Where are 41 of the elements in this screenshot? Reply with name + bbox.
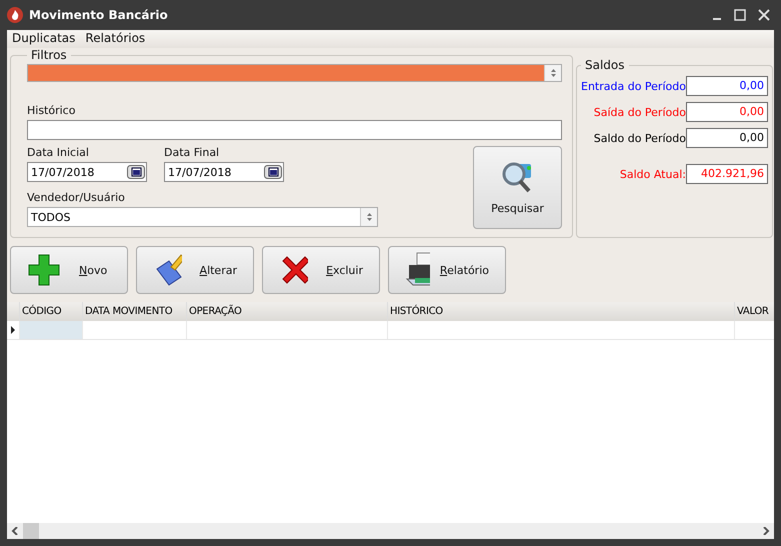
group-title: Filtros — [30, 48, 68, 62]
calendar-icon[interactable] — [264, 165, 282, 179]
balance-label: Saída do Período — [594, 106, 686, 118]
calendar-icon[interactable] — [127, 165, 145, 179]
balance-field: 0,00 — [686, 76, 768, 96]
close-icon[interactable] — [758, 9, 770, 21]
spin-arrows-icon — [550, 68, 556, 78]
balance-label: Entrada do Período — [581, 80, 686, 92]
group-title: Saldos — [584, 58, 626, 72]
field-label: Vendedor/Usuário — [27, 191, 126, 204]
search-button[interactable]: Pesquisar — [473, 146, 562, 229]
window-title: Movimento Bancário — [29, 8, 169, 22]
action-button[interactable]: Novo — [10, 246, 128, 294]
balance-field: 0,00 — [686, 128, 768, 148]
maximize-icon[interactable] — [734, 9, 746, 21]
field-label: Histórico — [27, 104, 76, 117]
menu-item[interactable]: Relatórios — [85, 31, 146, 47]
date-value: 17/07/2018 — [31, 166, 94, 178]
scroll-left-icon[interactable] — [11, 527, 19, 535]
balance-label: Saldo Atual: — [620, 168, 686, 180]
scroll-thumb[interactable] — [23, 523, 39, 539]
history-field[interactable] — [27, 120, 562, 140]
balance-label: Saldo do Período — [594, 132, 686, 144]
action-button[interactable]: Excluir — [262, 246, 380, 294]
row-pointer-icon — [11, 326, 15, 334]
action-button[interactable]: Relatório — [388, 246, 506, 294]
field-label: Data Inicial — [27, 146, 90, 159]
balance-field: 0,00 — [686, 102, 768, 122]
plus-icon — [27, 253, 61, 287]
menu-item[interactable]: Duplicatas — [12, 31, 76, 47]
date-field[interactable]: 17/07/2018 — [164, 162, 284, 182]
date-value: 17/07/2018 — [168, 166, 232, 178]
field-label: Data Final — [164, 146, 220, 159]
balance-field: 402.921,96 — [686, 164, 768, 184]
scroll-right-icon[interactable] — [762, 527, 770, 535]
date-field[interactable]: 17/07/2018 — [27, 162, 147, 182]
spin-arrows-icon — [366, 212, 372, 222]
action-button[interactable]: Alterar — [136, 246, 254, 294]
horizontal-scrollbar[interactable] — [7, 523, 774, 539]
user-combo[interactable]: TODOS — [27, 207, 378, 227]
account-combo[interactable] — [27, 64, 562, 82]
